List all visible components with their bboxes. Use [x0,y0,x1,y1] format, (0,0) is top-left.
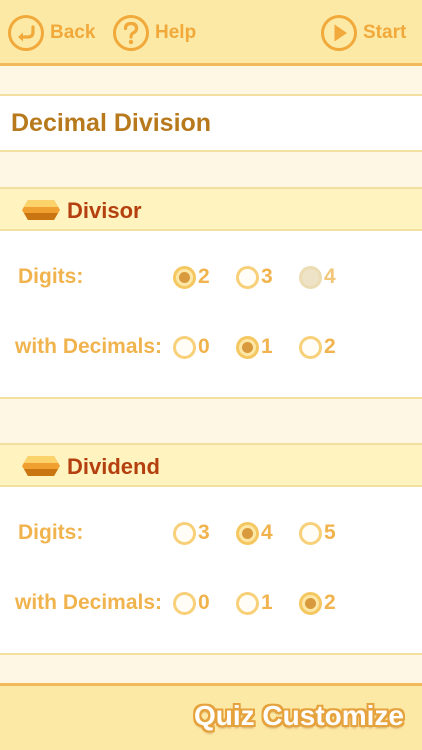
divisor-digits-option-4: 4 [299,265,336,289]
bottom-bar: Quiz Customize [0,683,422,750]
dividend-decimals-option-0[interactable]: 0 [173,591,210,615]
radio-icon [236,265,259,289]
start-label: Start [363,22,407,43]
radio-icon [236,521,259,545]
radio-icon [299,521,322,545]
divisor-title: Divisor [67,198,142,223]
dividend-title: Dividend [67,454,160,479]
radio-icon [173,521,196,545]
divisor-section-header: Divisor [0,187,422,231]
play-icon [321,15,357,51]
radio-icon [173,265,196,289]
divisor-digits-option-2[interactable]: 2 [173,265,210,289]
option-value: 2 [324,335,336,358]
start-button[interactable]: Start [320,12,406,54]
top-toolbar: Back Help Start [0,0,422,66]
radio-icon [236,335,259,359]
dividend-section-header: Dividend [0,443,422,487]
option-value: 4 [261,521,273,544]
divisor-panel: Digits: 2 3 4 with Decimals: 0 1 2 [0,231,422,399]
option-value: 1 [261,335,273,358]
page-title: Decimal Division [11,109,212,137]
help-label: Help [155,22,197,43]
option-value: 3 [261,265,273,288]
divisor-decimals-option-1[interactable]: 1 [236,335,273,359]
option-value: 0 [198,335,210,358]
dividend-digits-option-3[interactable]: 3 [173,521,210,545]
option-value: 0 [198,591,210,614]
title-bar: Decimal Division [0,94,422,152]
radio-icon [236,591,259,615]
option-value: 5 [324,521,336,544]
dividend-panel: Digits: 3 4 5 with Decimals: 0 1 2 [0,487,422,655]
option-value: 2 [324,591,336,614]
dividend-digits-label: Digits: [18,521,84,544]
back-arrow-icon [8,15,44,51]
radio-icon [173,335,196,359]
gem-icon [22,456,60,476]
divisor-decimals-option-0[interactable]: 0 [173,335,210,359]
option-value: 3 [198,521,210,544]
question-icon [113,15,149,51]
radio-icon [299,265,322,289]
divisor-decimals-label: with Decimals: [15,335,163,358]
back-label: Back [50,22,96,43]
divisor-digits-label: Digits: [18,265,84,288]
dividend-digits-option-4[interactable]: 4 [236,521,273,545]
option-value: 4 [324,265,336,288]
gem-icon [22,200,60,220]
option-value: 2 [198,265,210,288]
radio-icon [299,591,322,615]
divisor-decimals-option-2[interactable]: 2 [299,335,336,359]
quiz-customize-logo: Quiz Customize [193,700,404,731]
radio-icon [299,335,322,359]
dividend-digits-option-5[interactable]: 5 [299,521,336,545]
help-button[interactable]: Help [112,12,196,54]
option-value: 1 [261,591,273,614]
back-button[interactable]: Back [7,12,95,54]
divisor-digits-option-3[interactable]: 3 [236,265,273,289]
radio-icon [173,591,196,615]
dividend-decimals-label: with Decimals: [15,591,163,614]
dividend-decimals-option-1[interactable]: 1 [236,591,273,615]
dividend-decimals-option-2[interactable]: 2 [299,591,336,615]
